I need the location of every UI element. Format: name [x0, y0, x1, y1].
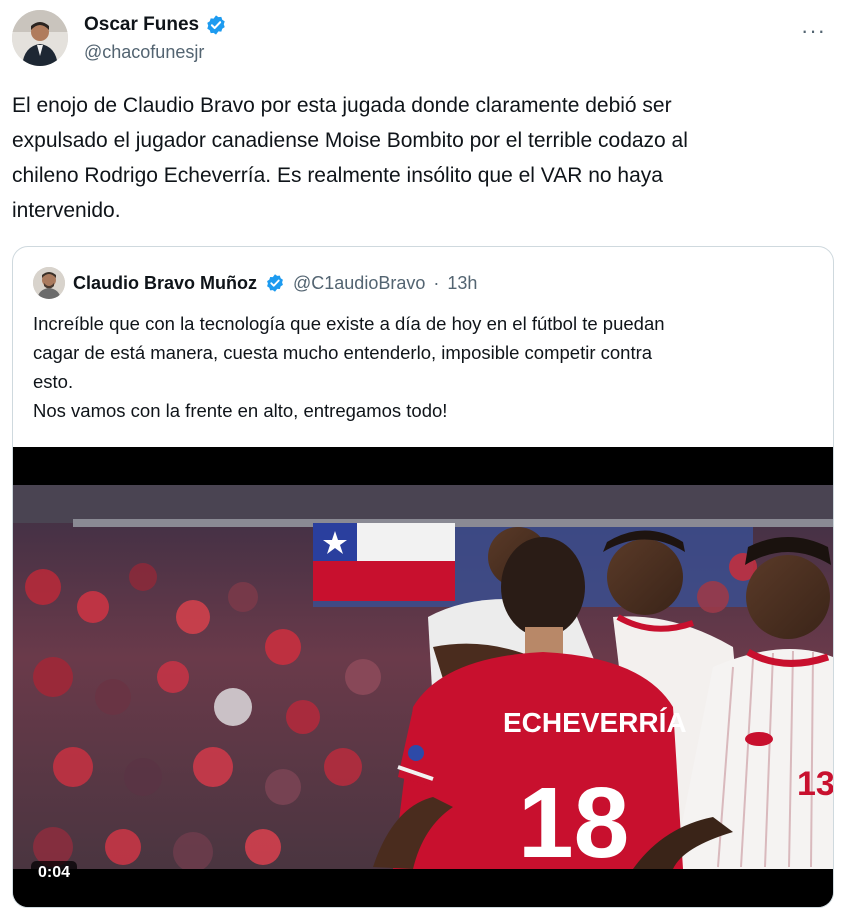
quoted-tweet-header: Claudio Bravo Muñoz @C1audioBravo · 13h: [33, 267, 477, 299]
author-avatar[interactable]: [12, 10, 68, 66]
video-frame: 13 ECHEVERRÍA 18: [13, 447, 833, 907]
opponent-jersey-number: 13: [797, 765, 833, 803]
author-name-row: Oscar Funes: [84, 14, 227, 36]
tweet-text: El enojo de Claudio Bravo por esta jugad…: [12, 94, 688, 222]
video-player[interactable]: 13 ECHEVERRÍA 18 0:04: [13, 447, 833, 907]
quoted-author-name: Claudio Bravo Muñoz: [73, 272, 257, 293]
quoted-author-handle: @C1audioBravo: [293, 272, 426, 293]
time-separator: ·: [433, 272, 440, 293]
quoted-verified-badge-icon: [265, 273, 285, 293]
quoted-tweet[interactable]: Claudio Bravo Muñoz @C1audioBravo · 13h …: [12, 246, 834, 908]
quoted-tweet-text: Increíble que con la tecnología que exis…: [33, 313, 665, 421]
quoted-tweet-time: 13h: [447, 272, 478, 293]
quoted-author-avatar: [33, 267, 65, 299]
jersey-number: 18: [518, 767, 629, 879]
jersey-name: ECHEVERRÍA: [503, 707, 687, 738]
maple-leaf-badge: [745, 732, 773, 746]
author-handle[interactable]: @chacofunesjr: [84, 42, 204, 63]
video-timestamp: 0:04: [31, 861, 78, 885]
more-horizontal-icon[interactable]: ···: [801, 18, 826, 44]
tweet-header: Oscar Funes @chacofunesjr ···: [12, 10, 830, 68]
verified-badge-icon: [205, 14, 227, 36]
author-name[interactable]: Oscar Funes: [84, 14, 199, 36]
